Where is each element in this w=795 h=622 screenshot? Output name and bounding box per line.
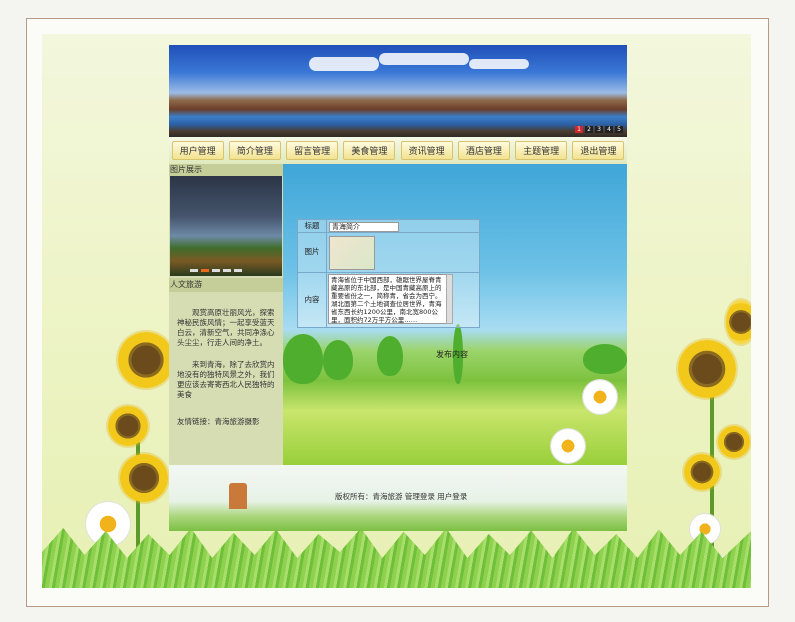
image-row: 图片	[298, 232, 479, 273]
image-label: 图片	[298, 232, 327, 272]
content-label: 内容	[298, 272, 327, 327]
sunflower-icon	[726, 300, 751, 344]
map-image[interactable]	[329, 236, 375, 270]
nav-news-management[interactable]: 资讯管理	[400, 141, 453, 160]
banner-page-button[interactable]: 3	[595, 126, 603, 133]
tree-shape	[283, 334, 323, 384]
content-row: 内容 青海省位于中国西部，雄踞世界屋脊青藏高原的东北部，是中国青藏高原上的重要省…	[298, 272, 479, 327]
slide-indicator[interactable]	[234, 269, 242, 272]
nav-theme-management[interactable]: 主题管理	[515, 141, 568, 160]
footer: 版权所有：青海旅游 管理登录 用户登录	[169, 465, 627, 531]
header-banner: 1 2 3 4 5	[169, 45, 627, 137]
title-input[interactable]: 青海简介	[329, 222, 399, 232]
nav-intro-management[interactable]: 简介管理	[228, 141, 281, 160]
cloud-shape	[379, 53, 469, 65]
nav-message-management[interactable]: 留言管理	[286, 141, 339, 160]
daisy-icon	[583, 380, 617, 414]
copyright-text[interactable]: 版权所有：青海旅游 管理登录 用户登录	[335, 491, 467, 502]
nav-food-management[interactable]: 美食管理	[343, 141, 396, 160]
friend-links[interactable]: 友情链接：青海旅游摄影	[169, 412, 283, 427]
title-label: 标题	[298, 220, 327, 232]
tree-shape	[583, 344, 627, 374]
slide-indicator[interactable]	[212, 269, 220, 272]
sunflower-icon	[718, 426, 750, 458]
nav-user-management[interactable]: 用户管理	[171, 141, 224, 160]
banner-page-button[interactable]: 1	[575, 126, 583, 133]
website-container: 1 2 3 4 5 用户管理 简介管理 留言管理 美食管理 资讯管理 酒店管理 …	[169, 45, 627, 531]
tour-paragraph: 观赏高原壮丽风光，探索神秘民族风情；一起享受蓝天白云，清新空气，共同净涤心头尘尘…	[177, 308, 275, 347]
content-form: 标题 青海简介 图片 内容 青海省位于中国西部，雄踞世界屋脊青藏高原的东北部，是…	[297, 219, 480, 328]
sunflower-icon	[684, 454, 720, 490]
tree-shape	[377, 336, 403, 376]
slide-indicator[interactable]	[190, 269, 198, 272]
textarea-scrollbar[interactable]	[446, 274, 453, 324]
daisy-icon	[551, 429, 585, 463]
cloud-shape	[309, 57, 379, 71]
tree-shape	[323, 340, 353, 380]
nav-logout[interactable]: 退出管理	[572, 141, 625, 160]
slideshow-pager	[190, 269, 242, 272]
slide-indicator[interactable]	[201, 269, 209, 272]
tour-description: 观赏高原壮丽风光，探索神秘民族风情；一起享受蓝天白云，清新空气，共同净涤心头尘尘…	[169, 292, 283, 400]
content-textarea[interactable]: 青海省位于中国西部，雄踞世界屋脊青藏高原的东北部，是中国青藏高原上的重要省份之一…	[328, 274, 449, 324]
cloud-shape	[469, 59, 529, 69]
windmill-icon	[229, 483, 247, 509]
tour-paragraph: 来到青海，除了去欣赏内地没有的独特风景之外，我们更应该去寄寄西北人民独特的美食	[177, 360, 275, 399]
banner-page-button[interactable]: 2	[585, 126, 593, 133]
tour-section-title: 人文旅游	[169, 278, 283, 292]
sunflower-icon	[120, 454, 168, 502]
banner-page-button[interactable]: 4	[605, 126, 613, 133]
slide-indicator[interactable]	[223, 269, 231, 272]
publish-button[interactable]: 发布内容	[436, 349, 468, 360]
grass-decoration	[42, 528, 751, 588]
sunflower-icon	[678, 340, 736, 398]
sidebar: 图片展示 人文旅游 观赏高原壮丽风光，探索神秘民族风情；一起享受蓝天白云，清新空…	[169, 164, 283, 465]
banner-pager: 1 2 3 4 5	[575, 126, 623, 133]
sunflower-icon	[118, 332, 174, 388]
photo-section-title: 图片展示	[169, 164, 283, 176]
nav-hotel-management[interactable]: 酒店管理	[457, 141, 510, 160]
banner-page-button[interactable]: 5	[615, 126, 623, 133]
main-nav: 用户管理 简介管理 留言管理 美食管理 资讯管理 酒店管理 主题管理 退出管理	[169, 137, 627, 164]
main-content: 标题 青海简介 图片 内容 青海省位于中国西部，雄踞世界屋脊青藏高原的东北部，是…	[283, 164, 627, 465]
photo-slideshow[interactable]	[170, 176, 282, 276]
sunflower-icon	[108, 406, 148, 446]
